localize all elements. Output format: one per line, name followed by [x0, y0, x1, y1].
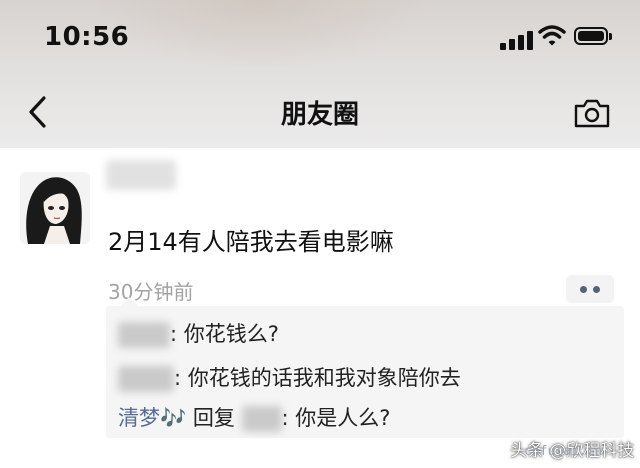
signal-icon: [500, 28, 534, 50]
comment-item[interactable]: : 你花钱么?: [118, 318, 279, 348]
commenter-name-blurred: [118, 322, 170, 348]
camera-button[interactable]: [572, 96, 612, 130]
commenter-name[interactable]: 清梦🎶: [118, 406, 186, 430]
cover-photo-blur: [90, 0, 430, 70]
post-text: 2月14有人陪我去看电影嘛: [108, 228, 394, 256]
reply-label: 回复: [192, 406, 235, 430]
wifi-icon: [538, 25, 566, 46]
avatar-image: [20, 172, 90, 244]
comment-item[interactable]: 清梦🎶 回复 : 你是人么?: [118, 402, 390, 432]
avatar[interactable]: [20, 172, 90, 244]
commenter-name-blurred: [118, 366, 174, 392]
comment-item[interactable]: : 你花钱的话我和我对象陪你去: [118, 362, 461, 392]
more-button[interactable]: [566, 275, 614, 303]
page-title: 朋友圈: [280, 100, 359, 130]
replied-name-blurred: [241, 406, 282, 432]
comment-text: : 你是人么?: [281, 406, 391, 430]
battery-icon: [574, 27, 612, 45]
watermark-site: cnfulai.cn: [524, 444, 603, 459]
status-time: 10:56: [44, 22, 130, 52]
more-dots-icon: [580, 286, 587, 293]
comment-text: : 你花钱的话我和我对象陪你去: [174, 366, 461, 390]
comments-area: : 你花钱么? : 你花钱的话我和我对象陪你去 清梦🎶 回复 : 你是人么?: [106, 297, 624, 438]
more-dots-icon: [593, 286, 600, 293]
comment-text: : 你花钱么?: [170, 322, 279, 346]
author-name-blurred[interactable]: [106, 160, 176, 190]
